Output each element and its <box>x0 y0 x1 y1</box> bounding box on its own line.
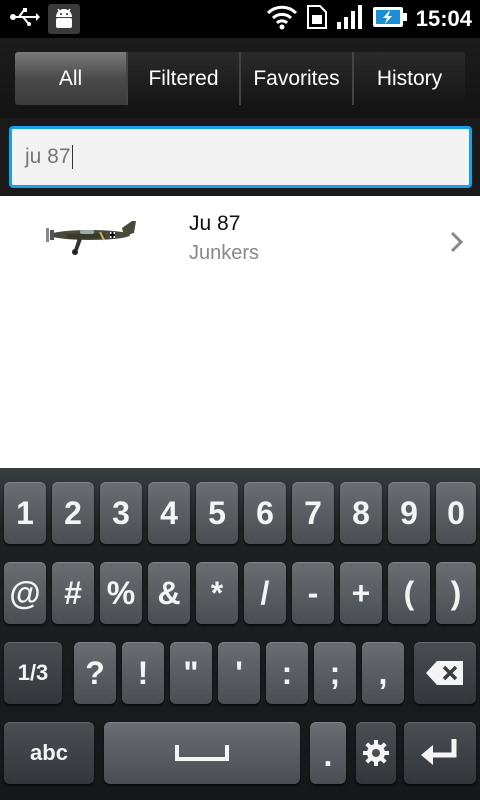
key-ampersand[interactable]: & <box>148 562 190 624</box>
battery-charging-icon <box>372 5 408 33</box>
enter-icon <box>421 739 457 765</box>
signal-icon <box>336 4 364 34</box>
tab-bar: All Filtered Favorites History <box>0 38 480 118</box>
key-colon[interactable]: : <box>266 642 308 704</box>
result-subtitle: Junkers <box>189 242 260 264</box>
abc-button[interactable]: abc <box>4 722 94 784</box>
key-3[interactable]: 3 <box>100 482 142 544</box>
key-9[interactable]: 9 <box>388 482 430 544</box>
android-debug-icon <box>48 4 80 34</box>
backspace-icon <box>426 661 463 685</box>
result-title: Ju 87 <box>189 212 241 235</box>
key-close-paren[interactable]: ) <box>436 562 476 624</box>
key-period[interactable]: . <box>310 722 346 784</box>
enter-button[interactable] <box>404 722 476 784</box>
search-bar: ju 87 <box>0 118 480 196</box>
settings-button[interactable] <box>356 722 396 784</box>
key-plus[interactable]: + <box>340 562 382 624</box>
key-7[interactable]: 7 <box>292 482 334 544</box>
key-5[interactable]: 5 <box>196 482 238 544</box>
chevron-right-icon <box>446 230 466 254</box>
key-semicolon[interactable]: ; <box>314 642 356 704</box>
status-time: 15:04 <box>415 6 472 31</box>
search-input[interactable]: ju 87 <box>9 126 472 188</box>
symbols-page-button[interactable]: 1/3 <box>4 642 62 704</box>
backspace-button[interactable] <box>414 642 476 704</box>
tab-history[interactable]: History <box>352 52 465 105</box>
list-item[interactable]: Ju 87 Junkers <box>0 196 480 284</box>
key-6[interactable]: 6 <box>244 482 286 544</box>
tab-favorites[interactable]: Favorites <box>239 52 352 105</box>
key-open-paren[interactable]: ( <box>388 562 430 624</box>
key-percent[interactable]: % <box>100 562 142 624</box>
key-apostrophe[interactable]: ' <box>218 642 260 704</box>
symbol-keyboard: 1 2 3 4 5 6 7 8 9 0 @ # % & * / - + ( ) … <box>0 468 480 800</box>
key-slash[interactable]: / <box>244 562 286 624</box>
aircraft-thumbnail <box>44 218 140 262</box>
tabs: All Filtered Favorites History <box>15 52 465 105</box>
key-double-quote[interactable]: " <box>170 642 212 704</box>
key-8[interactable]: 8 <box>340 482 382 544</box>
key-1[interactable]: 1 <box>4 482 46 544</box>
results-list: Ju 87 Junkers <box>0 196 480 468</box>
gear-icon <box>363 740 389 766</box>
text-cursor <box>71 145 73 169</box>
space-button[interactable] <box>104 722 300 784</box>
key-question[interactable]: ? <box>74 642 116 704</box>
tab-filtered[interactable]: Filtered <box>126 52 239 105</box>
key-exclamation[interactable]: ! <box>122 642 164 704</box>
wifi-icon <box>266 4 298 34</box>
key-0[interactable]: 0 <box>436 482 476 544</box>
usb-icon <box>10 7 40 31</box>
key-4[interactable]: 4 <box>148 482 190 544</box>
space-icon <box>175 745 229 761</box>
key-hash[interactable]: # <box>52 562 94 624</box>
key-minus[interactable]: - <box>292 562 334 624</box>
key-asterisk[interactable]: * <box>196 562 238 624</box>
key-at[interactable]: @ <box>4 562 46 624</box>
key-comma[interactable]: , <box>362 642 404 704</box>
key-2[interactable]: 2 <box>52 482 94 544</box>
search-input-text: ju 87 <box>25 145 71 168</box>
tab-all[interactable]: All <box>15 52 126 105</box>
sim-card-icon <box>306 4 328 34</box>
status-bar: 15:04 <box>0 0 480 38</box>
